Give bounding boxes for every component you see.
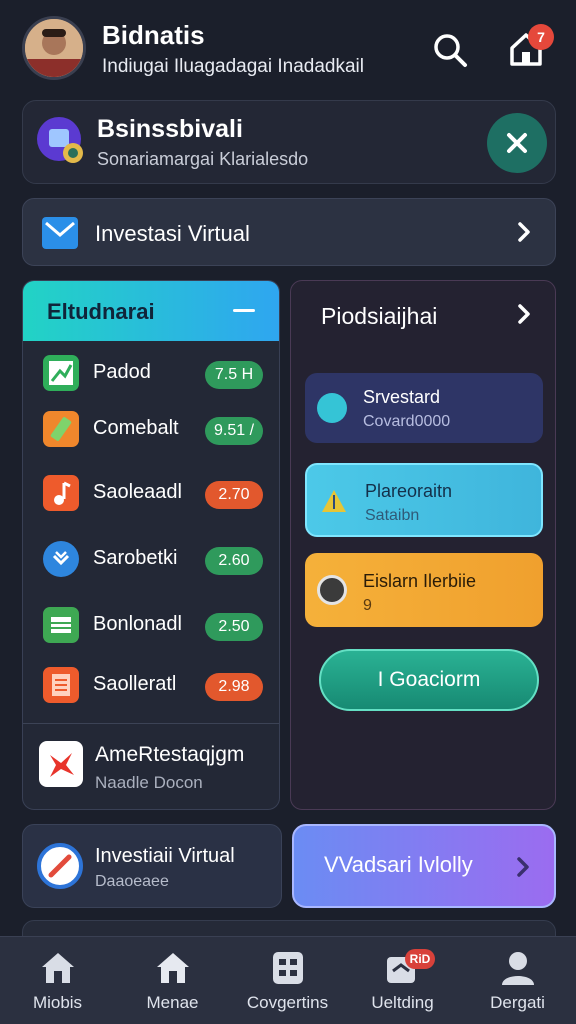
close-button[interactable] (487, 113, 547, 173)
value-badge: 2.70 (205, 481, 263, 509)
chevron-right-icon (510, 854, 536, 880)
nav-badge: RiD (405, 949, 435, 969)
nav-label: Dergati (490, 993, 545, 1012)
option-card[interactable]: Plareoraitn Sataibn (305, 463, 543, 537)
notification-badge: 7 (528, 24, 554, 50)
divider (23, 723, 279, 724)
page-subtitle: Indiugai Iluagadagai Inadadkail (102, 56, 364, 77)
chevron-right-icon (511, 219, 537, 245)
list-item-label: Bonlonadl (93, 613, 182, 635)
sheet-icon (43, 607, 79, 643)
nav-label: Covgertins (246, 993, 329, 1012)
page-title: Bidnatis (102, 20, 205, 50)
list-item[interactable]: Comebalt 9.51 / (23, 401, 279, 457)
list-item-label: Padod (93, 361, 151, 383)
left-panel-title: Eltudnarai (47, 299, 155, 324)
option-subtitle: Covard0000 (363, 413, 451, 430)
music-icon (43, 475, 79, 511)
right-panel: Piodsiaijhai Srvestard Covard0000 Plareo… (290, 280, 556, 810)
nav-item-menae[interactable]: Menae (115, 937, 230, 1024)
close-icon (507, 133, 527, 153)
value-badge: 2.60 (205, 547, 263, 575)
option-title: Plareoraitn (365, 481, 453, 501)
download-icon (43, 541, 79, 577)
grid-icon (268, 949, 308, 987)
home-icon (153, 949, 193, 987)
option-title: Srvestard (363, 387, 441, 407)
primary-action-button[interactable]: I Goaciorm (319, 649, 539, 711)
app-header: Bidnatis Indiugai Iluagadagai Inadadkail… (0, 0, 576, 96)
list-item[interactable]: Sarobetki 2.60 (23, 531, 279, 587)
home-icon (38, 949, 78, 987)
option-subtitle: Sataibn (365, 507, 420, 524)
option-title: Eislarn Ilerbiie (363, 571, 477, 591)
promo-subtitle: Sonariamargai Klarialesdo (97, 149, 309, 169)
value-badge: 7.5 Н (205, 361, 263, 389)
promo-title: Bsinssbivali (97, 115, 243, 143)
document-icon (43, 667, 79, 703)
list-item[interactable]: Saoleaadl 2.70 (23, 465, 279, 521)
upgrade-button[interactable]: VVadsari Ivlolly (292, 824, 556, 908)
promo-card[interactable]: Bsinssbivali Sonariamargai Klarialesdo (22, 100, 556, 184)
list-item-label: Sarobetki (93, 547, 178, 569)
triangle-icon (319, 485, 349, 515)
footer-subtitle: Naadle Docon (95, 773, 203, 792)
collapse-icon[interactable] (233, 309, 255, 312)
investasi-label: Investasi Virtual (95, 221, 250, 246)
investasi-card-subtitle: Daaoeaee (95, 873, 169, 890)
upgrade-label: VVadsari Ivlolly (324, 852, 473, 877)
mail-icon (41, 215, 79, 251)
investasi-card[interactable]: Investiaii Virtual Daaoeaee (22, 824, 282, 908)
brand-logo-icon (39, 741, 83, 787)
value-badge: 2.50 (205, 613, 263, 641)
option-card[interactable]: Eislarn Ilerbiie 9 (305, 553, 543, 627)
nav-label: Miobis (32, 993, 83, 1012)
investasi-card-title: Investiaii Virtual (95, 845, 235, 867)
option-card[interactable]: Srvestard Covard0000 (305, 373, 543, 443)
right-panel-title: Piodsiaijhai (321, 303, 438, 329)
avatar[interactable] (22, 16, 86, 80)
nav-item-ueltding[interactable]: RiD Ueltding (345, 937, 460, 1024)
chart-icon (43, 355, 79, 391)
footer-title: AmeRtestaqjgm (95, 743, 245, 766)
search-icon[interactable] (430, 30, 470, 70)
bottom-navigation: Miobis Menae Covgertins RiD Ueltding Der… (0, 936, 576, 1024)
investasi-virtual-row[interactable]: Investasi Virtual (22, 198, 556, 266)
chat-icon (317, 393, 347, 423)
tool-icon (43, 411, 79, 447)
compass-icon (37, 843, 83, 889)
list-item[interactable]: Padod 7.5 Н (23, 345, 279, 401)
left-list-panel: Eltudnarai Padod 7.5 Н Comebalt 9.51 / S… (22, 280, 280, 810)
list-item-label: Comebalt (93, 417, 179, 439)
nav-item-covgertins[interactable]: Covgertins (230, 937, 345, 1024)
list-item[interactable]: Bonlonadl 2.50 (23, 597, 279, 653)
nav-item-dergati[interactable]: Dergati (460, 937, 575, 1024)
app-logo-icon (35, 115, 89, 169)
list-item-label: Saoleaadl (93, 481, 182, 503)
left-panel-header[interactable]: Eltudnarai (23, 281, 279, 341)
nav-label: Menae (146, 993, 199, 1012)
nav-label: Ueltding (371, 993, 434, 1012)
nav-item-miobis[interactable]: Miobis (0, 937, 115, 1024)
value-badge: 9.51 / (205, 417, 263, 445)
option-subtitle: 9 (363, 597, 372, 614)
list-item-label: Saolleratl (93, 673, 177, 695)
chevron-right-icon[interactable] (511, 301, 537, 327)
user-icon (498, 949, 538, 987)
value-badge: 2.98 (205, 673, 263, 701)
list-item[interactable]: Saolleratl 2.98 (23, 657, 279, 713)
record-icon (317, 575, 347, 605)
